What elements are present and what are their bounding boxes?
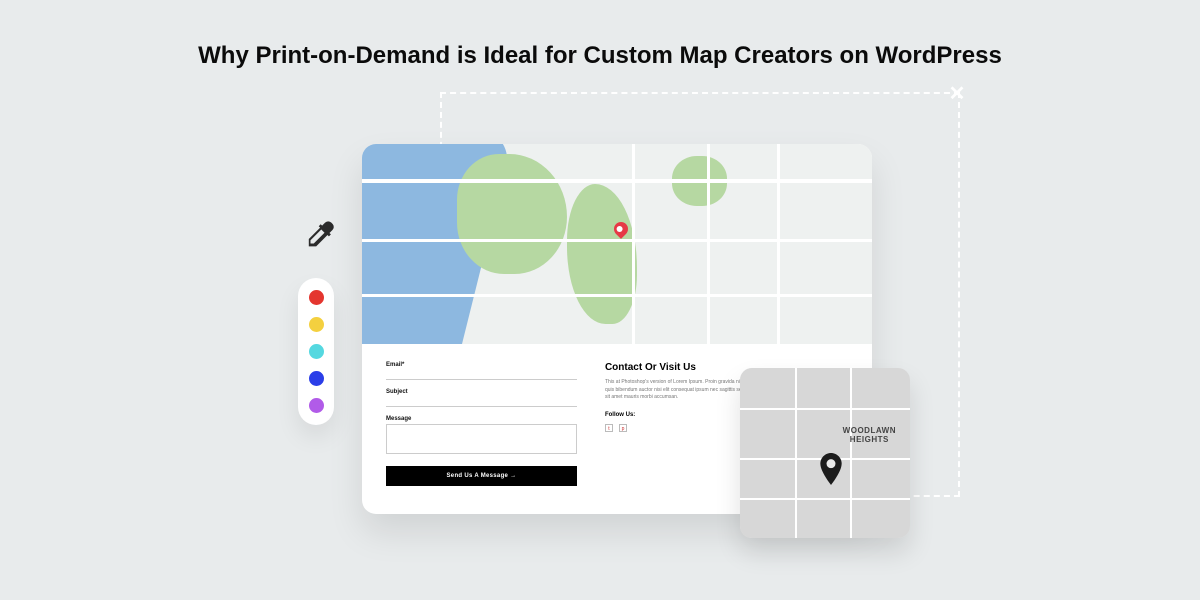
page-title: Why Print-on-Demand is Ideal for Custom … xyxy=(0,42,1200,70)
thumbnail-pin-icon xyxy=(818,453,844,490)
message-field[interactable] xyxy=(386,424,577,454)
message-label: Message xyxy=(386,416,577,422)
map-thumbnail-card[interactable]: WOODLAWN HEIGHTS xyxy=(740,368,910,538)
subject-field[interactable] xyxy=(386,397,577,407)
neighborhood-label: WOODLAWN HEIGHTS xyxy=(843,426,896,444)
close-icon[interactable]: ✕ xyxy=(946,82,968,104)
email-label: Email* xyxy=(386,362,577,368)
map-canvas[interactable] xyxy=(362,144,872,344)
social-icon[interactable]: t xyxy=(605,424,613,432)
color-swatch-red[interactable] xyxy=(309,290,324,305)
social-icon[interactable]: p xyxy=(619,424,627,432)
color-palette xyxy=(298,278,334,425)
send-button[interactable]: Send Us A Message → xyxy=(386,466,577,486)
subject-label: Subject xyxy=(386,389,577,395)
color-swatch-purple[interactable] xyxy=(309,398,324,413)
color-swatch-cyan[interactable] xyxy=(309,344,324,359)
color-swatch-yellow[interactable] xyxy=(309,317,324,332)
email-field[interactable] xyxy=(386,370,577,380)
eyedropper-icon[interactable] xyxy=(302,215,336,255)
color-swatch-blue[interactable] xyxy=(309,371,324,386)
